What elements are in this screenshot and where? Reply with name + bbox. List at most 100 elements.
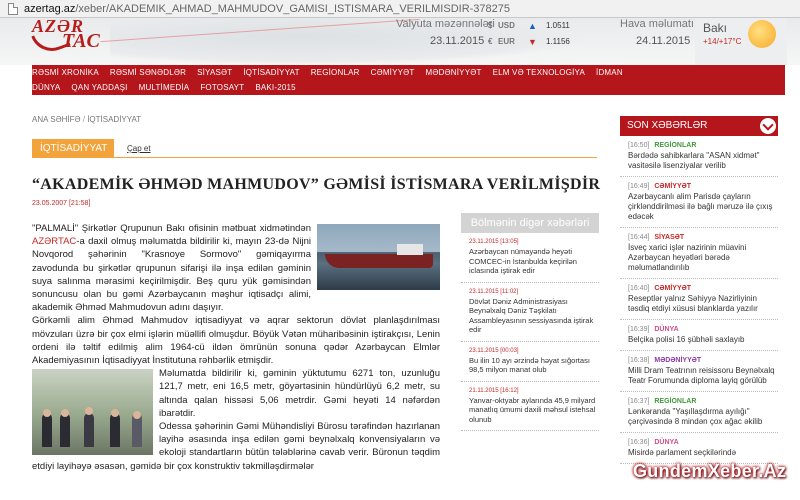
news-meta: [16:37] REGİONLAR: [628, 398, 778, 405]
chevron-down-icon[interactable]: [760, 118, 776, 134]
person-figure: [84, 413, 94, 448]
news-time: [16:36]: [628, 439, 650, 446]
news-category[interactable]: CƏMİYYƏT: [654, 183, 691, 190]
news-headline[interactable]: Misirdə parlament seçkilərində: [628, 448, 778, 458]
news-time: [16:40]: [628, 285, 650, 292]
latest-news-header[interactable]: SON XƏBƏRLƏR: [620, 116, 778, 136]
print-link[interactable]: Çap et: [127, 144, 151, 153]
news-headline[interactable]: Lənkəranda "Yaşıllaşdırma ayılığı" çərçi…: [628, 407, 778, 427]
nav-item[interactable]: BAKI-2015: [255, 83, 307, 92]
arrow-up-icon: ▲: [528, 20, 537, 31]
list-item[interactable]: [16:37] REGİONLAR Lənkəranda "Yaşıllaşdı…: [620, 392, 778, 433]
latest-news-list: [16:50] REGİONLAR Bərdədə sahibkarlara "…: [620, 136, 778, 464]
news-headline[interactable]: Yanvar-oktyabr aylarında 45,9 milyard ma…: [469, 396, 599, 425]
person-figure: [42, 413, 52, 448]
news-headline[interactable]: Azərbaycan nümayəndə heyəti COMCEC-in İs…: [469, 247, 599, 276]
ceremony-photo[interactable]: [32, 369, 153, 456]
news-time: [16:49]: [628, 183, 650, 190]
ship-hull: [325, 254, 433, 268]
news-headline[interactable]: Bərdədə sahibkarlara "ASAN xidmət" vasit…: [628, 151, 778, 171]
article-date: 23.05.2007 [21:58]: [32, 200, 91, 207]
news-category[interactable]: CƏMİYYƏT: [654, 285, 691, 292]
nav-item[interactable]: FOTOSAYT: [200, 83, 255, 92]
nav-item[interactable]: ELM VƏ TEXNOLOGİYA: [493, 68, 596, 77]
nav-row-2: DÜNYA QAN YADDAŞI MULTİMEDİA FOTOSAYT BAKI-2…: [32, 80, 307, 95]
list-item[interactable]: [16:40] CƏMİYYƏT Reseptlər yalnız Səhiyy…: [620, 279, 778, 320]
news-meta: [16:50] REGİONLAR: [628, 142, 778, 149]
news-headline[interactable]: Dövlət Dəniz Administrasiyası Beynəlxalq…: [469, 297, 599, 335]
news-meta: [16:39] DÜNYA: [628, 326, 778, 333]
ship-photo[interactable]: [317, 224, 440, 290]
list-item[interactable]: [16:50] REGİONLAR Bərdədə sahibkarlara "…: [620, 136, 778, 177]
agency-link[interactable]: AZƏRTAC: [32, 236, 76, 247]
sun-icon: [748, 20, 776, 48]
list-item[interactable]: [16:39] DÜNYA Belçika polisi 16 şübhəli …: [620, 320, 778, 351]
nav-item[interactable]: İDMAN: [596, 68, 634, 77]
news-category[interactable]: REGİONLAR: [654, 142, 696, 149]
news-category[interactable]: DÜNYA: [654, 439, 678, 446]
news-headline[interactable]: Reseptlər yalnız Səhiyyə Nazirliyinin tə…: [628, 294, 778, 314]
browser-page: azertag.az/xeber/AKADEMIK_AHMAD_MAHMUDOV…: [0, 0, 800, 500]
paragraph-text: -a daxil olmuş məlumatda bildirilir ki, …: [32, 236, 311, 314]
list-item[interactable]: [16:36] DÜNYA Misirdə parlament seçkilər…: [620, 433, 778, 464]
main-nav: RƏSMİ XRONİKA RƏSMİ SƏNƏDLƏR SİYASƏT İQTİSA…: [32, 65, 785, 95]
nav-item[interactable]: RƏSMİ XRONİKA: [32, 68, 110, 77]
latest-news-title: SON XƏBƏRLƏR: [627, 120, 708, 131]
euro-icon: €: [488, 37, 493, 46]
section-other-news: Bölmənin digər xəbərləri 23.11.2015 [13:…: [461, 213, 599, 431]
weather-temp: +14/+17°C: [703, 37, 742, 46]
url-text[interactable]: azertag.az/xeber/AKADEMIK_AHMAD_MAHMUDOV…: [24, 3, 510, 15]
news-headline[interactable]: Bu ilin 10 ayı ərzində həyat sığortası 9…: [469, 356, 599, 375]
news-headline[interactable]: İsveç xarici işlər nazirinin müavini Azə…: [628, 243, 778, 273]
news-headline[interactable]: Belçika polisi 16 şübhəli saxlayıb: [628, 335, 778, 345]
currency-title: Valyuta məzənnələri: [396, 18, 495, 30]
article-paragraph-2: Görkəmli alim Əhməd Mahmudov iqtisadiyya…: [32, 315, 440, 367]
list-item[interactable]: 23.11.2015 [00:03] Bu ilin 10 ayı ərzind…: [461, 342, 599, 382]
person-figure: [110, 413, 120, 448]
list-item[interactable]: 23.11.2015 [11:02] Dövlət Dəniz Administ…: [461, 283, 599, 342]
list-item[interactable]: [16:49] CƏMİYYƏT Azərbaycanlı alim Paris…: [620, 177, 778, 228]
tab-iqtisadiyyat[interactable]: İQTİSADİYYAT: [32, 139, 114, 158]
list-item[interactable]: 21.11.2015 [16:12] Yanvar-oktyabr ayları…: [461, 382, 599, 431]
address-bar[interactable]: azertag.az/xeber/AKADEMIK_AHMAD_MAHMUDOV…: [0, 0, 800, 18]
breadcrumb-separator: /: [82, 115, 85, 124]
news-meta: [16:36] DÜNYA: [628, 439, 778, 446]
news-meta: [16:40] CƏMİYYƏT: [628, 285, 778, 292]
list-item[interactable]: [16:44] SİYASƏT İsveç xarici işlər nazir…: [620, 228, 778, 279]
nav-item[interactable]: QAN YADDAŞI: [71, 83, 138, 92]
news-headline[interactable]: Milli Dram Teatrının reisissoru Beynəlxa…: [628, 366, 778, 386]
breadcrumb-current[interactable]: İQTİSADİYYAT: [87, 115, 141, 124]
nav-item[interactable]: CƏMİYYƏT: [371, 68, 426, 77]
list-item[interactable]: 23.11.2015 [13:05] Azərbaycan nümayəndə …: [461, 233, 599, 283]
news-headline[interactable]: Azərbaycanlı alim Parisdə çayların çirkl…: [628, 192, 778, 222]
nav-item[interactable]: SİYASƏT: [197, 68, 243, 77]
nav-item[interactable]: RƏSMİ SƏNƏDLƏR: [110, 68, 197, 77]
list-item[interactable]: [16:38] MƏDƏNİYYƏT Milli Dram Teatrının …: [620, 351, 778, 392]
news-time: [16:37]: [628, 398, 650, 405]
nav-row-1: RƏSMİ XRONİKA RƏSMİ SƏNƏDLƏR SİYASƏT İQTİSA…: [32, 65, 634, 80]
article-title: “AKADEMİK ƏHMƏD MAHMUDOV” GƏMİSİ İSTİSMA…: [32, 176, 601, 193]
news-category[interactable]: SİYASƏT: [654, 234, 684, 241]
watermark-text: GundemXeber.Az: [633, 461, 787, 481]
news-time: [16:38]: [628, 357, 650, 364]
ship-deck: [397, 244, 423, 255]
nav-item[interactable]: MƏDƏNİYYƏT: [426, 68, 493, 77]
news-date: 23.11.2015 [00:03]: [469, 347, 519, 354]
news-category[interactable]: MƏDƏNİYYƏT: [654, 357, 701, 364]
news-category[interactable]: REGİONLAR: [654, 398, 696, 405]
nav-item[interactable]: İQTİSADİYYAT: [243, 68, 310, 77]
news-date: 23.11.2015 [13:05]: [469, 239, 519, 245]
nav-item[interactable]: DÜNYA: [32, 83, 71, 92]
arrow-down-icon: ▼: [528, 36, 537, 47]
nav-item[interactable]: REGİONLAR: [311, 68, 371, 77]
news-date: 21.11.2015 [16:12]: [469, 387, 519, 394]
person-figure: [60, 413, 70, 448]
news-category[interactable]: DÜNYA: [654, 326, 678, 333]
news-date: 23.11.2015 [11:02]: [469, 288, 519, 295]
latest-news-panel: SON XƏBƏRLƏR [16:50] REGİONLAR Bərdədə s…: [620, 116, 778, 464]
breadcrumb-home-link[interactable]: ANA SƏHİFƏ: [32, 115, 81, 124]
nav-item[interactable]: MULTİMEDİA: [139, 83, 201, 92]
url-domain: azertag.az: [24, 2, 76, 15]
currency-date: 23.11.2015: [430, 35, 485, 47]
logo-bottom-text[interactable]: TAC: [62, 30, 100, 53]
